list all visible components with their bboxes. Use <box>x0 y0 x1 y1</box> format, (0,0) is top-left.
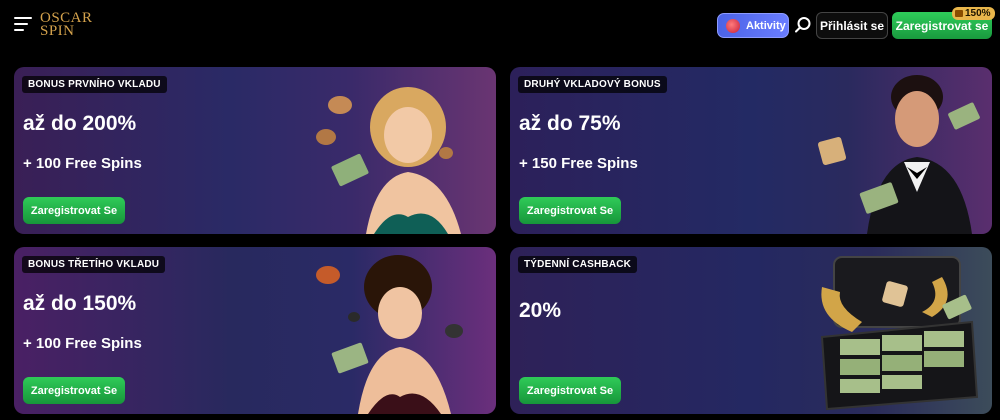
hamburger-menu-icon[interactable] <box>14 17 32 31</box>
card-register-button[interactable]: Zaregistrovat Se <box>519 377 621 404</box>
login-button[interactable]: Přihlásit se <box>816 12 888 39</box>
woman-with-chips-illustration <box>316 255 463 414</box>
card-free-spins: + 100 Free Spins <box>23 335 142 352</box>
card-free-spins: + 100 Free Spins <box>23 155 142 172</box>
card-tag: BONUS PRVNÍHO VKLADU <box>22 76 167 93</box>
card-free-spins: + 150 Free Spins <box>519 155 638 172</box>
card-amount: až do 75% <box>519 112 621 135</box>
oscar-spin-logo[interactable]: OSCAR SPIN <box>40 11 100 40</box>
card-tag: TÝDENNÍ CASHBACK <box>518 256 638 273</box>
bonus-card-third-deposit[interactable]: BONUS TŘETÍHO VKLADU až do 150% + 100 Fr… <box>14 247 496 414</box>
woman-with-cash-illustration <box>316 87 461 234</box>
card-amount: až do 200% <box>23 112 137 135</box>
bonus-badge: 150% <box>952 7 995 20</box>
logo-text-spin: SPIN <box>40 23 75 39</box>
card-register-button[interactable]: Zaregistrovat Se <box>23 197 125 224</box>
bonus-card-first-deposit[interactable]: BONUS PRVNÍHO VKLADU až do 200% + 100 Fr… <box>14 67 496 234</box>
aktivity-icon <box>726 18 740 33</box>
aktivity-button[interactable]: Aktivity <box>717 13 789 38</box>
card-amount: až do 150% <box>23 292 137 315</box>
card-tag: DRUHÝ VKLADOVÝ BONUS <box>518 76 667 93</box>
card-register-button[interactable]: Zaregistrovat Se <box>519 197 621 224</box>
bonus-card-second-deposit[interactable]: DRUHÝ VKLADOVÝ BONUS až do 75% + 150 Fre… <box>510 67 992 234</box>
cashback-card-weekly[interactable]: TÝDENNÍ CASHBACK 20% Zaregistrovat Se <box>510 247 992 414</box>
bonus-badge-text: 150% <box>965 8 991 19</box>
gift-icon <box>955 10 963 17</box>
man-in-tuxedo-illustration <box>817 75 980 234</box>
aktivity-label: Aktivity <box>746 19 786 32</box>
search-icon[interactable] <box>794 16 812 34</box>
card-tag: BONUS TŘETÍHO VKLADU <box>22 256 166 273</box>
card-amount: 20% <box>519 299 562 322</box>
top-header: OSCAR SPIN Aktivity Přihlásit se Zaregis… <box>0 0 1000 52</box>
cash-briefcase-illustration <box>820 256 979 411</box>
card-register-button[interactable]: Zaregistrovat Se <box>23 377 125 404</box>
